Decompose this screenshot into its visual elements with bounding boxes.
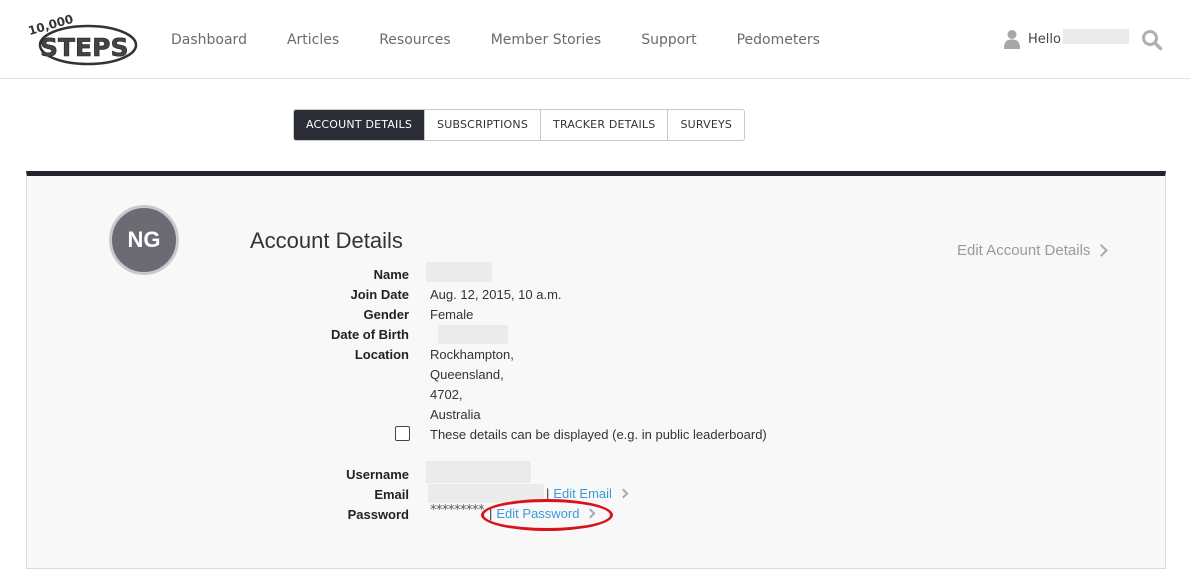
top-navigation-bar: 10,000 STEPS Dashboard Articles Resource…	[0, 0, 1190, 79]
logo-word: STEPS	[40, 33, 128, 62]
nav-dashboard[interactable]: Dashboard	[151, 31, 267, 49]
page-title: Account Details	[250, 228, 403, 253]
separator: |	[546, 486, 550, 501]
redacted-date-of-birth	[438, 325, 508, 344]
edit-password-row: | Edit Password	[489, 506, 596, 521]
nav-member-stories[interactable]: Member Stories	[471, 31, 622, 49]
nav-pedometers[interactable]: Pedometers	[717, 31, 840, 49]
user-icon	[1004, 30, 1020, 49]
nav-resources[interactable]: Resources	[359, 31, 471, 49]
edit-account-details-label: Edit Account Details	[957, 242, 1091, 259]
greeting-text: Hello	[1028, 31, 1061, 47]
tab-account-details[interactable]: ACCOUNT DETAILS	[294, 110, 426, 140]
tab-surveys[interactable]: SURVEYS	[668, 110, 744, 140]
search-icon[interactable]	[1141, 29, 1163, 51]
join-date-value: Aug. 12, 2015, 10 a.m.	[430, 287, 562, 302]
nav-support[interactable]: Support	[621, 31, 716, 49]
edit-email-row: | Edit Email	[546, 486, 629, 501]
location-line: Rockhampton,	[430, 347, 514, 362]
redacted-email	[428, 484, 544, 503]
gender-value: Female	[430, 307, 474, 322]
location-line: Australia	[430, 407, 481, 422]
tab-tracker-details[interactable]: TRACKER DETAILS	[541, 110, 669, 140]
separator: |	[489, 506, 493, 521]
redacted-username-value	[426, 461, 531, 483]
join-date-label: Join Date	[350, 287, 409, 302]
username-label: Username	[346, 467, 409, 482]
user-menu[interactable]: Hello	[1004, 28, 1129, 49]
date-of-birth-label: Date of Birth	[331, 327, 409, 342]
display-details-checkbox[interactable]	[395, 426, 410, 441]
nav-articles[interactable]: Articles	[267, 31, 359, 49]
edit-password-link[interactable]: Edit Password	[496, 506, 579, 521]
password-label: Password	[347, 507, 409, 522]
account-tabs: ACCOUNT DETAILS SUBSCRIPTIONS TRACKER DE…	[293, 109, 746, 141]
redacted-name	[426, 262, 492, 282]
tab-subscriptions[interactable]: SUBSCRIPTIONS	[425, 110, 542, 140]
edit-email-link[interactable]: Edit Email	[553, 486, 612, 501]
redacted-username	[1062, 28, 1129, 44]
location-line: Queensland,	[430, 367, 504, 382]
gender-label: Gender	[363, 307, 409, 322]
chevron-right-icon	[618, 488, 629, 499]
main-nav: Dashboard Articles Resources Member Stor…	[151, 31, 840, 49]
location-label: Location	[354, 347, 409, 362]
email-label: Email	[374, 487, 409, 502]
chevron-right-icon	[1095, 244, 1109, 257]
display-details-label: These details can be displayed (e.g. in …	[430, 427, 767, 442]
password-mask: *********	[430, 503, 485, 518]
edit-account-details-link[interactable]: Edit Account Details	[957, 242, 1109, 259]
10000-steps-logo[interactable]: 10,000 STEPS	[26, 12, 138, 70]
avatar: NG	[109, 205, 179, 275]
chevron-right-icon	[586, 508, 596, 519]
account-details-panel: NG Account Details Edit Account Details …	[26, 171, 1166, 569]
name-label: Name	[373, 267, 409, 282]
location-line: 4702,	[430, 387, 463, 402]
